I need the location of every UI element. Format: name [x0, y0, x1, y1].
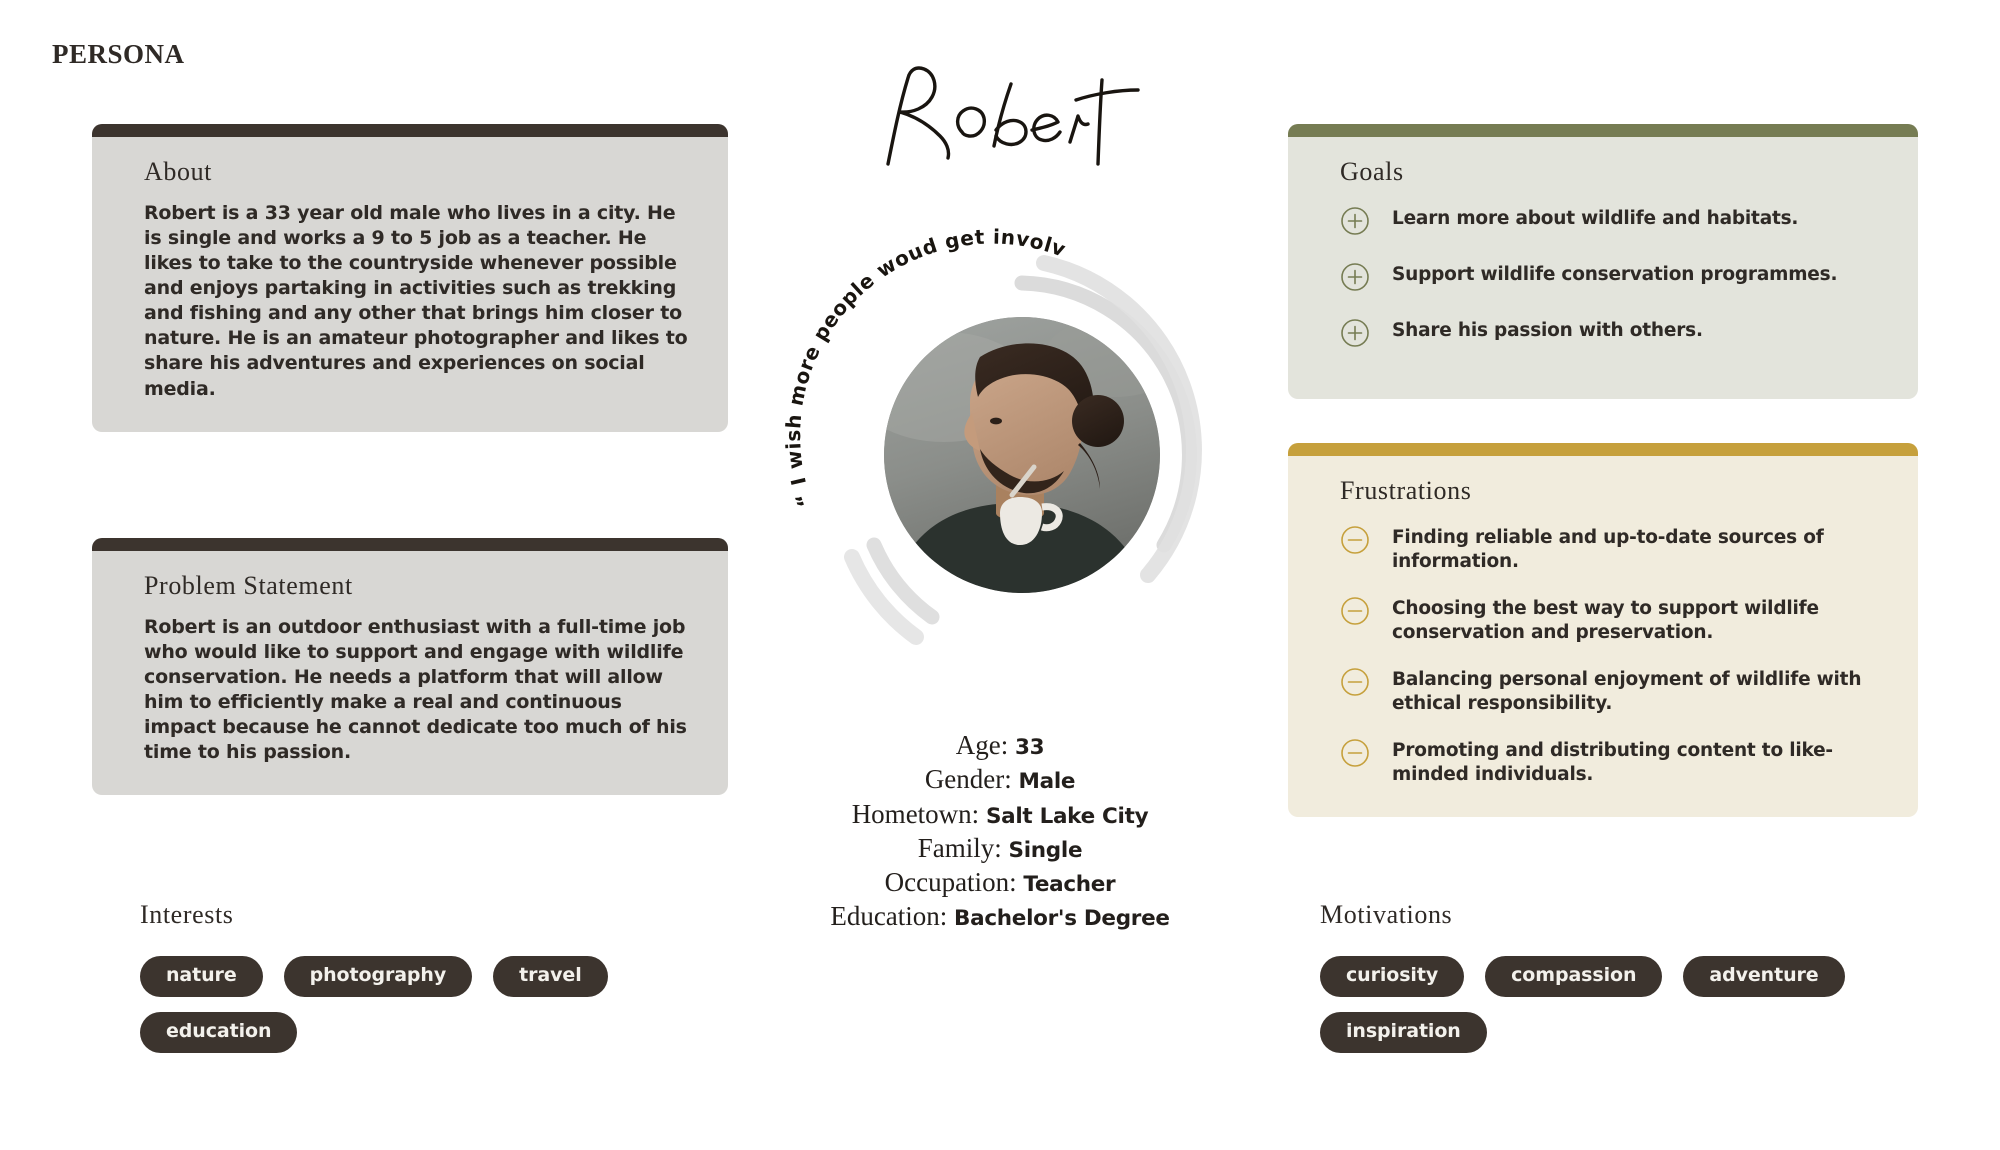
signature-robert	[870, 60, 1240, 170]
demographic-value: Bachelor's Degree	[954, 906, 1170, 932]
list-item-label: Promoting and distributing content to li…	[1392, 740, 1833, 786]
about-heading: About	[144, 157, 212, 186]
demographic-label: Age:	[955, 730, 1015, 760]
demographic-label: Gender:	[924, 764, 1019, 795]
problem-statement-body-text: Robert is an outdoor enthusiast with a f…	[144, 616, 687, 764]
minus-circle-icon	[1340, 667, 1370, 697]
demographic-value: Male	[1018, 769, 1076, 795]
tag-pill[interactable]: travel	[493, 956, 608, 997]
avatar-photo	[884, 317, 1160, 593]
about-body-text: Robert is a 33 year old male who lives i…	[144, 202, 688, 400]
goals-heading: Goals	[1340, 157, 1404, 186]
demographic-value: Single	[1008, 837, 1083, 863]
motivations-group: Motivations curiosity compassion adventure…	[1320, 900, 1960, 1053]
page-title: Persona	[52, 29, 185, 72]
list-item: Promoting and distributing content to li…	[1340, 737, 1880, 787]
motivations-tags: curiosity compassion adventure inspiration	[1320, 956, 1880, 1053]
list-item: Choosing the best way to support wildlif…	[1340, 595, 1880, 645]
frustrations-heading: Frustrations	[1340, 476, 1472, 505]
list-item: Learn more about wildlife and habitats.	[1340, 205, 1880, 236]
tag-pill[interactable]: education	[140, 1011, 298, 1053]
demographic-value: Salt Lake City	[985, 803, 1149, 829]
frustrations-card-accent-bar	[1288, 443, 1918, 456]
list-item: Finding reliable and up-to-date sources …	[1340, 524, 1880, 574]
interests-title: Interests	[140, 900, 234, 929]
list-item: Support wildlife conservation programmes…	[1340, 261, 1880, 292]
list-item: Share his passion with others.	[1340, 317, 1880, 348]
about-card: About Robert is a 33 year old male who l…	[92, 124, 728, 432]
demographics-list: Age: 33 Gender: Male Hometown: Salt Lake C…	[740, 728, 1260, 934]
list-item-label: Balancing personal enjoyment of wildlife…	[1392, 669, 1862, 715]
interests-tags: nature photography travel education	[140, 956, 700, 1053]
tag-pill[interactable]: nature	[140, 956, 263, 997]
avatar	[844, 255, 1202, 645]
tag-pill[interactable]: curiosity	[1320, 956, 1465, 997]
motivations-title: Motivations	[1320, 900, 1453, 929]
problem-statement-card: Problem Statement Robert is an outdoor e…	[92, 538, 728, 796]
persona-page: Persona About Robert is a 33 year old ma…	[0, 0, 2000, 1150]
tag-pill[interactable]: photography	[283, 956, 473, 997]
plus-circle-icon	[1340, 206, 1370, 236]
list-item-label: Learn more about wildlife and habitats.	[1392, 208, 1799, 229]
problem-statement-accent-bar	[92, 538, 728, 551]
demographic-row: Gender: Male	[740, 762, 1260, 796]
demographic-row: Family: Single	[740, 831, 1260, 865]
goals-card: Goals Learn more about wildlife and habi…	[1288, 124, 1918, 399]
list-item: Balancing personal enjoyment of wildlife…	[1340, 666, 1880, 716]
tag-pill[interactable]: adventure	[1683, 956, 1845, 997]
goals-list: Learn more about wildlife and habitats. S…	[1340, 205, 1880, 348]
demographic-label: Family:	[917, 832, 1009, 863]
demographic-value: Teacher	[1023, 872, 1116, 898]
minus-circle-icon	[1340, 738, 1370, 768]
demographic-row: Age: 33	[740, 728, 1260, 762]
list-item-label: Choosing the best way to support wildlif…	[1392, 598, 1819, 644]
center-column	[760, 60, 1240, 170]
problem-statement-heading: Problem Statement	[144, 571, 353, 600]
tag-pill[interactable]: compassion	[1485, 956, 1663, 997]
demographic-row: Education: Bachelor's Degree	[740, 899, 1260, 933]
plus-circle-icon	[1340, 262, 1370, 292]
demographic-row: Hometown: Salt Lake City	[740, 797, 1260, 831]
tag-pill[interactable]: inspiration	[1320, 1011, 1487, 1053]
interests-group: Interests nature photography travel educati…	[140, 900, 780, 1053]
list-item-label: Share his passion with others.	[1392, 320, 1703, 341]
demographic-label: Education:	[830, 901, 955, 932]
demographic-label: Occupation:	[884, 867, 1024, 898]
goals-card-accent-bar	[1288, 124, 1918, 137]
demographic-label: Hometown:	[851, 798, 986, 829]
frustrations-card: Frustrations Finding reliable and up-to-…	[1288, 443, 1918, 818]
about-card-accent-bar	[92, 124, 728, 137]
list-item-label: Finding reliable and up-to-date sources …	[1392, 527, 1824, 573]
frustrations-list: Finding reliable and up-to-date sources …	[1340, 524, 1880, 787]
list-item-label: Support wildlife conservation programmes…	[1392, 264, 1838, 285]
minus-circle-icon	[1340, 525, 1370, 555]
demographic-row: Occupation: Teacher	[740, 865, 1260, 899]
plus-circle-icon	[1340, 318, 1370, 348]
minus-circle-icon	[1340, 596, 1370, 626]
demographic-value: 33	[1014, 735, 1045, 760]
